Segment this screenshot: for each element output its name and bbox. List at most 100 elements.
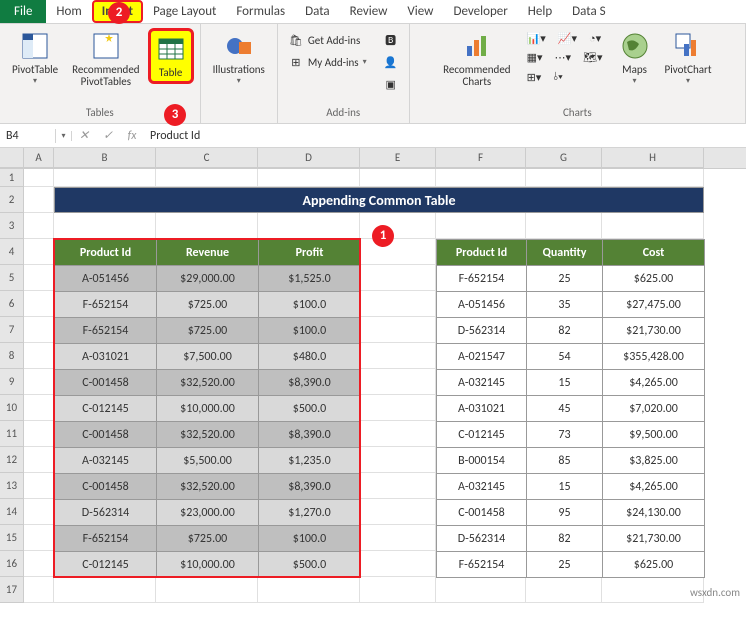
table-cell: $29,000.00 — [157, 266, 259, 292]
table-row[interactable]: F-652154$725.00$100.0 — [55, 292, 361, 318]
row-header[interactable]: 1 — [0, 169, 24, 187]
table-row[interactable]: A-032145$5,500.00$1,235.0 — [55, 448, 361, 474]
select-all-corner[interactable] — [0, 148, 24, 168]
table-1[interactable]: Product Id Revenue Profit A-051456$29,00… — [54, 239, 361, 578]
pie-chart-button[interactable]: ◔▾ — [585, 30, 605, 47]
enter-formula-button[interactable]: ✓ — [96, 128, 120, 143]
row-header[interactable]: 4 — [0, 239, 24, 265]
col-header[interactable]: D — [258, 148, 360, 168]
row-header[interactable]: 11 — [0, 421, 24, 447]
row-header[interactable]: 12 — [0, 447, 24, 473]
table-row[interactable]: C-001458$32,520.00$8,390.0 — [55, 422, 361, 448]
illustrations-label: Illustrations — [213, 64, 265, 76]
map-chart-button[interactable]: 🗺▾ — [579, 49, 607, 66]
table-row[interactable]: A-031021$7,500.00$480.0 — [55, 344, 361, 370]
recommended-charts-button[interactable]: Recommended Charts — [437, 28, 516, 90]
name-box-dropdown[interactable]: ▾ — [56, 131, 72, 141]
formula-input[interactable]: Product Id — [144, 129, 746, 143]
col-header[interactable]: A — [24, 148, 54, 168]
col-header[interactable]: F — [436, 148, 526, 168]
menu-tab-page-layout[interactable]: Page Layout — [143, 0, 226, 23]
menu-tab-formulas[interactable]: Formulas — [226, 0, 295, 23]
table-row[interactable]: B-00015485$3,825.00 — [437, 448, 705, 474]
table-row[interactable]: F-652154$725.00$100.0 — [55, 318, 361, 344]
row-header[interactable]: 3 — [0, 213, 24, 239]
row-header[interactable]: 9 — [0, 369, 24, 395]
col-header[interactable]: B — [54, 148, 156, 168]
table-icon — [155, 33, 187, 65]
table-cell: $7,500.00 — [157, 344, 259, 370]
table-row[interactable]: C-00145895$24,130.00 — [437, 500, 705, 526]
row-header[interactable]: 16 — [0, 551, 24, 577]
col-header[interactable]: E — [360, 148, 436, 168]
statistic-chart-button[interactable]: ⊞▾ — [523, 68, 546, 86]
row-header[interactable]: 15 — [0, 525, 24, 551]
row-header[interactable]: 8 — [0, 343, 24, 369]
col-header[interactable]: C — [156, 148, 258, 168]
table-row[interactable]: A-03214515$4,265.00 — [437, 474, 705, 500]
cancel-formula-button[interactable]: ✕ — [72, 128, 96, 143]
people-icon: 👤 — [383, 54, 399, 70]
menu-file[interactable]: File — [0, 0, 46, 23]
table-row[interactable]: A-05145635$27,475.00 — [437, 292, 705, 318]
col-header[interactable]: H — [602, 148, 704, 168]
bing-maps-button[interactable]: 🅱 — [379, 30, 403, 50]
row-header[interactable]: 5 — [0, 265, 24, 291]
row-header[interactable]: 17 — [0, 577, 24, 603]
ribbon-group-charts-label: Charts — [563, 104, 592, 123]
menu-tab-help[interactable]: Help — [518, 0, 562, 23]
menu-tab-data[interactable]: Data — [295, 0, 340, 23]
maps-button[interactable]: Maps ▾ — [613, 28, 657, 88]
table-row[interactable]: C-012145$10,000.00$500.0 — [55, 396, 361, 422]
row-header[interactable]: 14 — [0, 499, 24, 525]
table-row[interactable]: A-03102145$7,020.00 — [437, 396, 705, 422]
hierarchy-chart-button[interactable]: ▦▾ — [523, 49, 547, 66]
row-header[interactable]: 2 — [0, 187, 24, 213]
table-row[interactable]: D-56231482$21,730.00 — [437, 318, 705, 344]
table-cell: $500.0 — [259, 552, 361, 578]
table-row[interactable]: C-012145$10,000.00$500.0 — [55, 552, 361, 578]
cells-area[interactable]: Appending Common Table Product Id Revenu… — [24, 169, 746, 603]
table-button[interactable]: Table — [148, 28, 194, 84]
table-row[interactable]: D-56231482$21,730.00 — [437, 526, 705, 552]
pivotchart-button[interactable]: PivotChart ▾ — [659, 28, 718, 88]
my-addins-button[interactable]: ⊞My Add-ins ▾ — [284, 52, 371, 72]
row-header[interactable]: 7 — [0, 317, 24, 343]
table-row[interactable]: C-001458$32,520.00$8,390.0 — [55, 370, 361, 396]
get-addins-label: Get Add-ins — [308, 34, 360, 47]
menu-tab-developer[interactable]: Developer — [443, 0, 517, 23]
table-row[interactable]: A-051456$29,000.00$1,525.0 — [55, 266, 361, 292]
column-chart-button[interactable]: 📊▾ — [523, 30, 550, 47]
row-header[interactable]: 6 — [0, 291, 24, 317]
menu-tab-datastreamer[interactable]: Data S — [562, 0, 615, 23]
table-row[interactable]: D-562314$23,000.00$1,270.0 — [55, 500, 361, 526]
col-header[interactable]: G — [526, 148, 602, 168]
table-row[interactable]: C-01214573$9,500.00 — [437, 422, 705, 448]
name-box[interactable]: B4 — [0, 129, 56, 143]
pivottable-button[interactable]: PivotTable ▾ — [6, 28, 64, 88]
table-row[interactable]: C-001458$32,520.00$8,390.0 — [55, 474, 361, 500]
visio-button[interactable]: ▣ — [379, 74, 403, 94]
table-row[interactable]: A-03214515$4,265.00 — [437, 370, 705, 396]
table-row[interactable]: F-65215425$625.00 — [437, 552, 705, 578]
people-graph-button[interactable]: 👤 — [379, 52, 403, 72]
menu-tab-view[interactable]: View — [397, 0, 443, 23]
scatter-chart-button[interactable]: ⋯▾ — [551, 49, 576, 66]
table-row[interactable]: A-02154754$355,428.00 — [437, 344, 705, 370]
row-header[interactable]: 10 — [0, 395, 24, 421]
illustrations-button[interactable]: Illustrations ▾ — [207, 28, 271, 88]
combo-chart-button[interactable]: ⫰▾ — [549, 68, 566, 86]
callout-badge-3: 3 — [164, 104, 186, 126]
line-chart-button[interactable]: 📈▾ — [554, 30, 581, 47]
ribbon-group-addins-label: Add-ins — [326, 104, 360, 123]
get-addins-button[interactable]: 🛍Get Add-ins — [284, 30, 371, 50]
menu-tab-home[interactable]: Hom — [46, 0, 91, 23]
table-cell: C-001458 — [55, 370, 157, 396]
recommended-pivottables-button[interactable]: Recommended PivotTables — [66, 28, 145, 90]
row-header[interactable]: 13 — [0, 473, 24, 499]
fx-button[interactable]: fx — [120, 129, 144, 143]
menu-tab-review[interactable]: Review — [340, 0, 398, 23]
table-2[interactable]: Product Id Quantity Cost F-65215425$625.… — [436, 239, 705, 578]
table-row[interactable]: F-652154$725.00$100.0 — [55, 526, 361, 552]
table-row[interactable]: F-65215425$625.00 — [437, 266, 705, 292]
